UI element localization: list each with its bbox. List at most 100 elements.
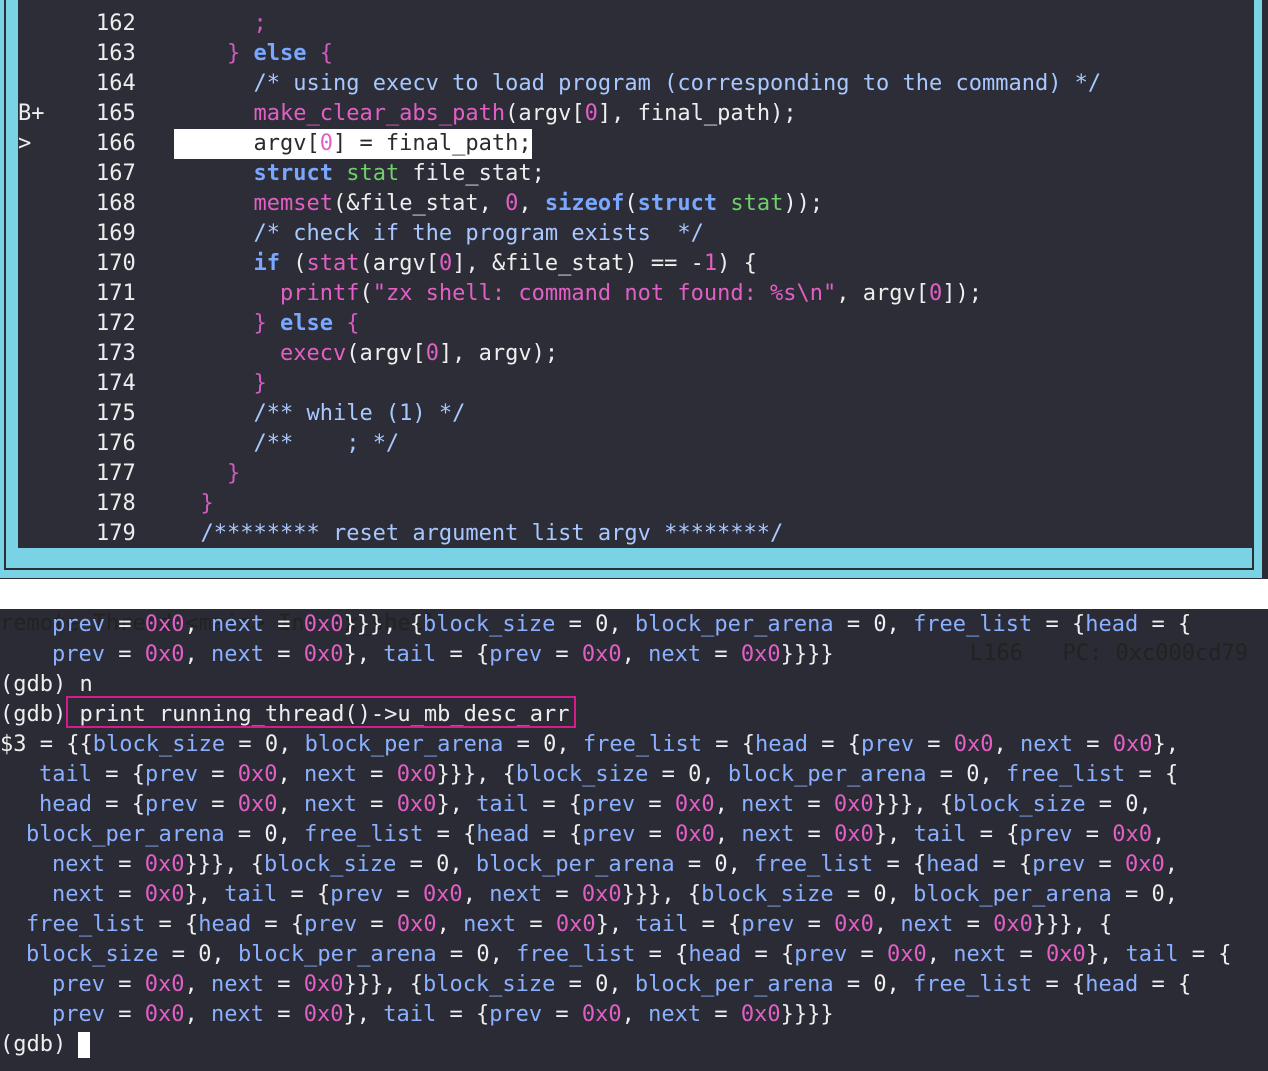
console-token: = { — [436, 642, 490, 667]
console-token: = 0, — [503, 732, 583, 757]
console-token: = 0, — [1085, 792, 1152, 817]
console-token: }, — [1085, 942, 1126, 967]
console-token: }, — [343, 642, 384, 667]
code-token: argv[ — [174, 131, 320, 156]
console-token: 0x0 — [740, 1002, 781, 1027]
console-token: = — [542, 1002, 582, 1027]
console-token: head — [688, 942, 742, 967]
console-token: free_list — [1006, 762, 1126, 787]
console-token: , — [1152, 822, 1166, 847]
console-token: = — [1006, 942, 1046, 967]
console-token: prev — [52, 612, 105, 637]
code-token: execv — [279, 341, 347, 366]
console-token: 0x0 — [144, 1002, 185, 1027]
line-code: printf("zx shell: command not found: %s\… — [174, 279, 982, 309]
console-token: , — [621, 642, 649, 667]
console-token: = — [356, 792, 397, 817]
console-token: next — [303, 762, 357, 787]
line-number: 171 — [96, 281, 136, 306]
console-token: tail — [913, 822, 967, 847]
console-token: = { — [808, 732, 861, 757]
command-highlight-box — [66, 696, 576, 728]
code-token: , — [518, 191, 545, 216]
console-token: 0x0 — [237, 792, 278, 817]
console-token: = — [635, 792, 675, 817]
line-code: } — [174, 369, 266, 399]
line-code: } else { — [174, 39, 333, 69]
console-token: prev — [52, 642, 105, 667]
console-token: block_per_arena — [237, 942, 437, 967]
console-token: 0x0 — [303, 972, 344, 997]
console-token: next — [463, 912, 517, 937]
code-token: ( — [624, 191, 638, 216]
console-token: prev — [1032, 852, 1086, 877]
console-token: 0x0 — [1112, 732, 1153, 757]
console-token: = { — [1138, 612, 1192, 637]
console-token: = — [794, 822, 835, 847]
console-token: = 0, — [674, 852, 755, 877]
code-token: 0 — [584, 101, 598, 126]
console-token: next — [52, 852, 105, 877]
console-token: block_per_arena — [304, 732, 504, 757]
source-line: 170 if (stat(argv[0], &file_stat) == -1)… — [18, 249, 1254, 279]
console-token: next — [303, 792, 357, 817]
console-token: , — [277, 792, 304, 817]
console-token: = — [197, 762, 238, 787]
line-code: } — [174, 489, 214, 519]
code-token: ], final_path); — [597, 101, 797, 126]
code-token: } — [253, 311, 280, 336]
console-token: = 0, — [396, 852, 476, 877]
console-token: = — [913, 732, 954, 757]
console-token: 0x0 — [674, 792, 715, 817]
console-token: }}}, { — [343, 612, 423, 637]
console-token: = { — [1032, 612, 1086, 637]
console-token: head — [198, 912, 252, 937]
console-token: tail — [224, 882, 278, 907]
console-token: , — [714, 822, 742, 847]
console-token: block_size — [263, 852, 397, 877]
code-token: 1 — [703, 251, 718, 276]
line-code: struct stat file_stat; — [174, 159, 544, 189]
console-token: = 0, — [1111, 882, 1179, 907]
source-line: 174 } — [18, 369, 1254, 399]
console-token: = — [263, 972, 304, 997]
code-token: else — [253, 41, 307, 66]
console-token: block_per_arena — [634, 972, 834, 997]
console-token: = — [263, 612, 304, 637]
code-token: (argv[ — [346, 341, 426, 366]
console-token: , — [462, 882, 490, 907]
console-token: = { — [979, 852, 1033, 877]
source-line: 177 } — [18, 459, 1254, 489]
source-code-pane[interactable]: 162 ; 163 } else {164 /* using execv to l… — [18, 0, 1254, 548]
console-token: tail — [383, 642, 437, 667]
line-number: 172 — [96, 311, 136, 336]
code-token: { — [332, 311, 360, 336]
console-token: = 0, — [833, 972, 914, 997]
console-token: 0x0 — [303, 612, 344, 637]
console-token: free_list — [754, 852, 874, 877]
code-token: /** ; */ — [253, 431, 400, 456]
tui-status-bar: remote Thread <main> In: zx_shell L166 P… — [0, 579, 1268, 666]
console-token: , — [714, 792, 742, 817]
line-number: 177 — [96, 461, 136, 486]
code-token: } — [226, 461, 241, 486]
console-token: 0x0 — [993, 912, 1033, 937]
console-token: = { — [702, 732, 756, 757]
console-token: 0x0 — [833, 792, 874, 817]
console-token: = { — [436, 1002, 490, 1027]
source-line: 173 execv(argv[0], argv); — [18, 339, 1254, 369]
gdb-console[interactable]: prev = 0x0, next = 0x0}}}, {block_size =… — [0, 610, 1268, 1071]
console-token: tail — [476, 792, 530, 817]
console-token: = — [516, 912, 556, 937]
console-token: = — [356, 762, 397, 787]
console-token: , — [926, 942, 954, 967]
console-token: = 0, — [225, 732, 305, 757]
console-token: = { — [741, 942, 795, 967]
console-token: = — [701, 642, 741, 667]
